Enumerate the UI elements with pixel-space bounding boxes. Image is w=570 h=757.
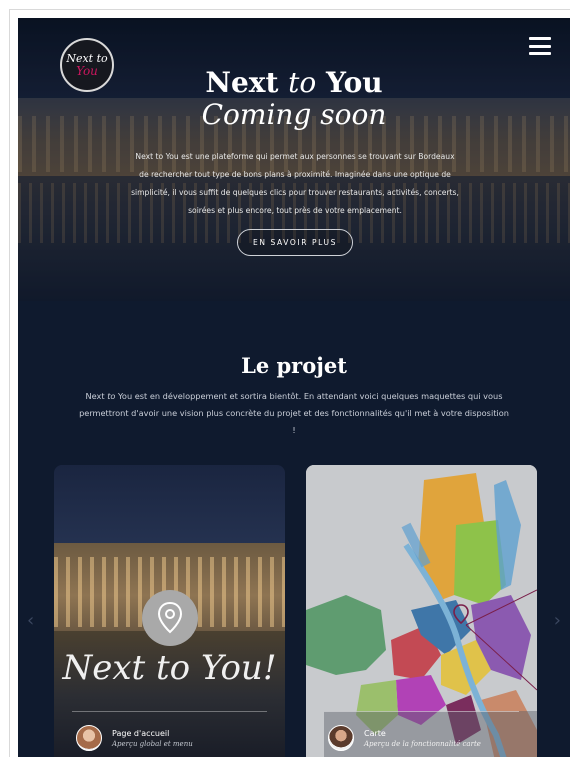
hamburger-bar [529,52,551,55]
project-description: Next to You est en développement et sort… [78,388,510,439]
hamburger-bar [529,37,551,40]
card-title: Page d'accueil [112,728,170,738]
title-part: You [316,66,383,99]
project-title: Le projet [241,353,347,378]
title-to: to [288,66,317,99]
hero-section: Next to You Next to You Coming soon Next… [18,18,570,301]
learn-more-button[interactable]: EN SAVOIR PLUS [237,229,353,256]
carousel-prev-icon[interactable]: ‹ [27,610,34,631]
title-part: Next [205,66,289,99]
desc-part: Next [85,391,108,401]
desc-part: You est en développement et sortira bien… [79,391,509,435]
hero-subtitle: Coming soon [201,98,387,131]
mockup-card-map[interactable]: Carte Aperçu de la fonctionnalité carte [306,465,537,757]
hero-title: Next to You [18,66,570,99]
location-pin-icon [142,590,198,646]
card-text: Page d'accueil Aperçu global et menu [112,728,193,749]
avatar [76,725,102,751]
hamburger-menu-icon[interactable] [529,37,551,55]
page: Next to You Next to You Coming soon Next… [18,18,570,757]
card-divider [72,711,267,712]
card-subtitle: Aperçu global et menu [112,739,193,748]
carousel-next-icon[interactable]: › [554,610,561,631]
mockup-card-home[interactable]: Next to You! Page d'accueil Aperçu globa… [54,465,285,757]
pin-svg [157,602,183,634]
card-text: Carte Aperçu de la fonctionnalité carte [364,728,481,749]
card-footer: Carte Aperçu de la fonctionnalité carte [328,721,537,755]
card-title: Carte [364,728,386,738]
map-illustration [306,465,537,757]
hero-description: Next to You est une plateforme qui perme… [131,152,459,215]
card-footer: Page d'accueil Aperçu global et menu [76,721,285,755]
card-brand-script: Next to You! [62,648,277,688]
logo-line1: Next to [66,52,108,65]
avatar [328,725,354,751]
hamburger-bar [529,44,551,48]
card-subtitle: Aperçu de la fonctionnalité carte [364,739,481,748]
